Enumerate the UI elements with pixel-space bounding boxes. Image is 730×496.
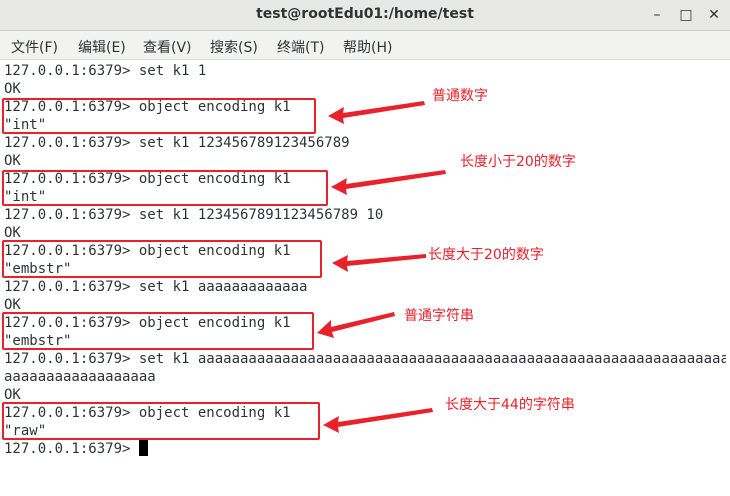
annotation-arrows [317,101,446,433]
annotation-label: 普通数字 [432,88,488,104]
annotation-label: 普通字符串 [404,308,474,324]
annotation-label: 长度小于20的数字 [460,154,576,170]
annotation-label: 长度大于44的字符串 [445,397,575,413]
annotation-arrow [317,312,395,338]
annotation-arrow [331,170,446,195]
annotation-arrow [323,408,433,433]
annotation-arrow [332,254,426,272]
annotation-arrow [328,101,425,124]
annotation-label: 长度大于20的数字 [428,247,544,263]
